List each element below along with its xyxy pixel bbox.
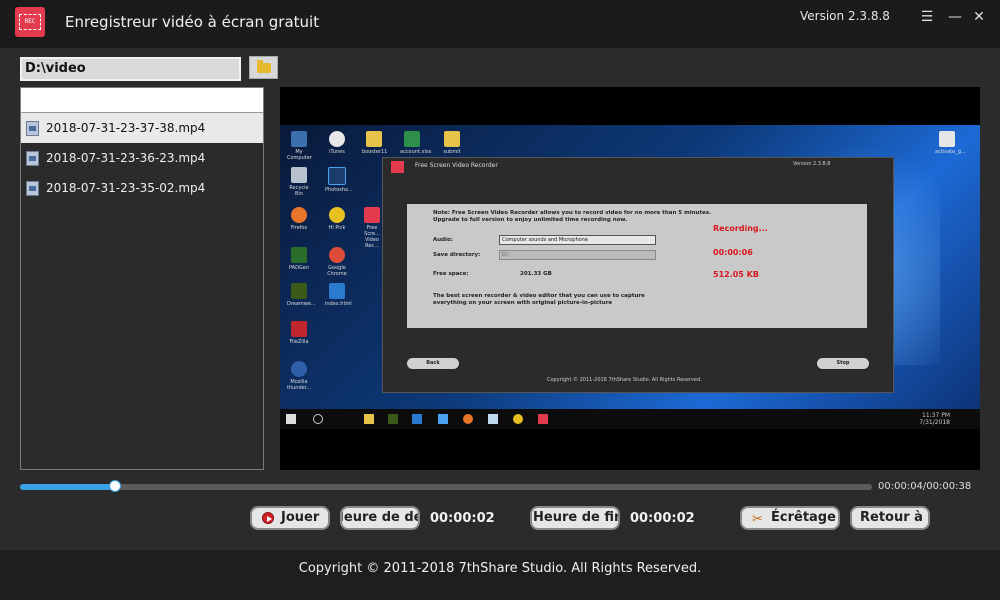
taskbar-clock: 11:37 PM 7/31/2018	[919, 412, 950, 426]
footer: Copyright © 2011-2018 7thShare Studio. A…	[0, 550, 1000, 600]
firefox-icon	[463, 414, 473, 424]
windows-start-icon	[286, 414, 296, 424]
free-space-label: Free space:	[433, 271, 469, 277]
scissors-icon: ✂	[752, 512, 763, 527]
audio-select: Computer sounds and Microphone	[499, 235, 656, 245]
promo-text: The best screen recorder & video editor …	[433, 293, 645, 299]
desktop-icon: Google Chrome	[325, 247, 349, 277]
desktop-icon: Photosho...	[325, 167, 353, 193]
version-label: Version 2.3.8.8	[800, 9, 890, 23]
progress-fill	[20, 484, 116, 490]
close-icon[interactable]: ✕	[970, 8, 988, 26]
trim-label: Écrêtage	[771, 510, 836, 525]
app-logo-text: REC	[19, 14, 41, 30]
desktop-icon: submit	[440, 131, 464, 155]
desktop-icon: booster11	[362, 131, 387, 155]
app-logo-icon: REC	[15, 7, 45, 37]
desktop-icon: Dreamwe...	[287, 283, 316, 307]
file-name: 2018-07-31-23-36-23.mp4	[46, 151, 206, 165]
playback-progress[interactable]	[20, 480, 872, 492]
save-dir-label: Save directory:	[433, 252, 481, 258]
hipick-icon	[513, 414, 523, 424]
start-time-label: Heure de début	[342, 510, 418, 525]
desktop-icon: Hi Pick	[325, 207, 349, 231]
recorder-icon	[538, 414, 548, 424]
promo-text-2: everything on your screen with original …	[433, 300, 613, 306]
start-time-value: 00:00:02	[430, 511, 495, 526]
recording-time: 00:00:06	[713, 248, 753, 257]
thunderbird-icon	[438, 414, 448, 424]
file-list-item[interactable]: 2018-07-31-23-37-38.mp4	[21, 113, 263, 143]
recording-size: 512.05 KB	[713, 270, 759, 279]
desktop-icon: iTunes	[325, 131, 349, 155]
inner-back-button: Back	[407, 358, 459, 369]
desktop-icon: account.xlsx	[400, 131, 431, 155]
file-list: 2018-07-31-23-37-38.mp4 2018-07-31-23-36…	[20, 87, 264, 470]
desktop-icon: Recycle Bin	[287, 167, 311, 197]
note-text-2: Upgrade to full version to enjoy unlimit…	[433, 217, 628, 223]
recording-status: Recording...	[713, 224, 768, 233]
play-icon	[262, 512, 274, 524]
inner-version: Version 2.3.8.8	[793, 161, 831, 167]
menu-icon[interactable]: ☰	[918, 8, 936, 26]
desktop-icon: My Computer	[287, 131, 312, 161]
preview-taskbar: 11:37 PM 7/31/2018	[280, 409, 980, 429]
video-preview[interactable]: My Computer iTunes booster11 account.xls…	[280, 87, 980, 470]
play-label: Jouer	[281, 510, 320, 525]
inner-stop-button: Stop	[817, 358, 869, 369]
recording-panel: Note: Free Screen Video Recorder allows …	[407, 204, 867, 328]
inner-logo-icon	[391, 161, 404, 173]
save-dir-field: D:\	[499, 250, 656, 260]
desktop-icon: FileZilla	[287, 321, 311, 345]
minimize-icon[interactable]: —	[946, 8, 964, 26]
free-space-value: 201.33 GB	[520, 271, 552, 277]
file-list-header[interactable]	[21, 88, 263, 113]
progress-handle[interactable]	[109, 480, 122, 492]
copyright-text: Copyright © 2011-2018 7thShare Studio. A…	[298, 561, 702, 576]
desktop-icon: Free Scre... Video Rec...	[360, 207, 384, 249]
desktop-icon: activate_g...	[935, 131, 966, 155]
file-list-item[interactable]: 2018-07-31-23-35-02.mp4	[21, 173, 263, 203]
desktop-icon: index.html	[325, 283, 352, 307]
title-bar: REC Enregistreur vidéo à écran gratuit V…	[0, 0, 1000, 48]
end-time-value: 00:00:02	[630, 511, 695, 526]
file-name: 2018-07-31-23-37-38.mp4	[46, 121, 206, 135]
desktop-icon: Mozilla thunder...	[287, 361, 311, 391]
end-time-button[interactable]: Heure de fin	[530, 506, 620, 530]
back-button[interactable]: Retour à	[850, 506, 930, 530]
time-display: 00:00:04/00:00:38	[878, 481, 972, 492]
dreamweaver-icon	[388, 414, 398, 424]
app-icon	[488, 414, 498, 424]
photoshop-icon	[412, 414, 422, 424]
start-time-button[interactable]: Heure de début	[340, 506, 420, 530]
app-title: Enregistreur vidéo à écran gratuit	[65, 13, 320, 31]
main-area: D:\video 2018-07-31-23-37-38.mp4 2018-07…	[0, 48, 1000, 550]
directory-path-input[interactable]: D:\video	[20, 57, 241, 81]
video-file-icon	[26, 151, 39, 166]
inner-window-title: Free Screen Video Recorder	[415, 162, 498, 169]
audio-label: Audio:	[433, 237, 453, 243]
note-text: Note: Free Screen Video Recorder allows …	[433, 210, 712, 216]
recorder-window: Free Screen Video Recorder Version 2.3.8…	[382, 157, 894, 393]
end-time-label: Heure de fin	[533, 510, 620, 525]
trim-button[interactable]: ✂ Écrêtage	[740, 506, 840, 530]
file-name: 2018-07-31-23-35-02.mp4	[46, 181, 206, 195]
desktop-icon: PADGen	[287, 247, 311, 271]
play-button[interactable]: Jouer	[250, 506, 330, 530]
file-list-item[interactable]: 2018-07-31-23-36-23.mp4	[21, 143, 263, 173]
video-file-icon	[26, 121, 39, 136]
search-icon	[313, 414, 323, 424]
folder-icon	[257, 60, 271, 73]
desktop-icon: Firefox	[287, 207, 311, 231]
back-label: Retour à	[860, 510, 923, 525]
browse-folder-button[interactable]	[249, 56, 278, 79]
folder-icon	[364, 414, 374, 424]
inner-copyright: Copyright © 2011-2018 7thShare Studio. A…	[547, 377, 702, 383]
preview-desktop-frame: My Computer iTunes booster11 account.xls…	[280, 125, 980, 429]
video-file-icon	[26, 181, 39, 196]
